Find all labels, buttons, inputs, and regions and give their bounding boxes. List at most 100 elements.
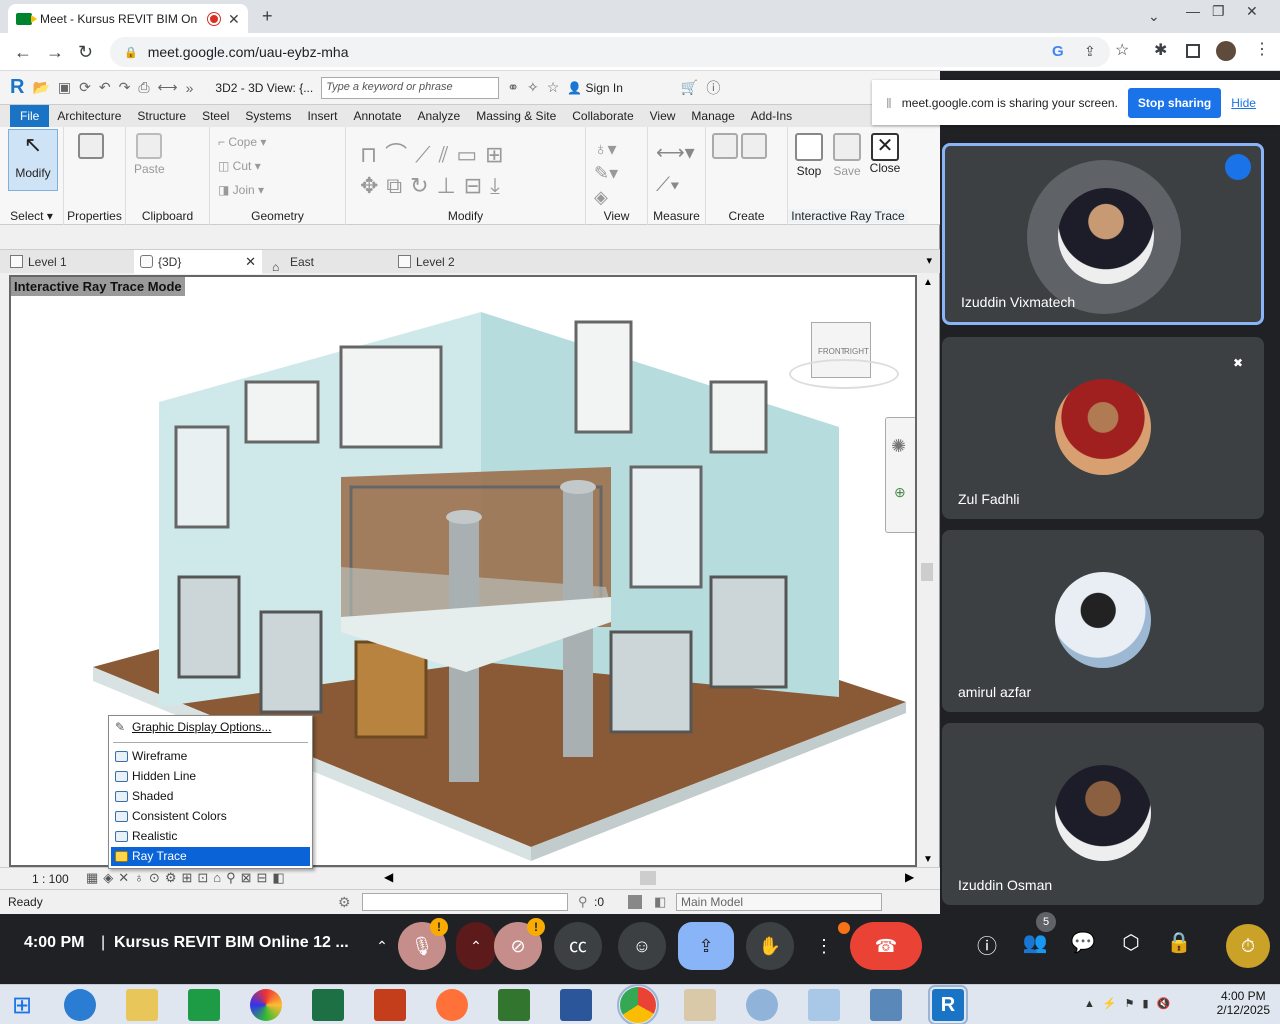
participant-tile[interactable]: Izuddin Vixmatech <box>942 143 1264 325</box>
bookmark-star-icon[interactable]: ☆ <box>1115 43 1129 59</box>
windows-start-icon[interactable]: ⊞ <box>12 991 32 1020</box>
measure-tools-icons[interactable]: ⟷▾ ⟋▾ <box>656 137 695 201</box>
present-screen-button[interactable]: ⇪ <box>678 922 734 970</box>
cut-button[interactable]: ◫ Cut ▾ <box>218 159 261 173</box>
host-controls-icon[interactable]: 🔒 <box>1164 930 1194 955</box>
design-option-dropdown[interactable]: Main Model <box>676 893 882 911</box>
view-cube-front[interactable]: FRONT <box>818 347 846 356</box>
undo-icon[interactable]: ↶ <box>99 79 111 96</box>
zoom-region-icon[interactable]: ⊕ <box>894 484 906 501</box>
favorites-star-icon[interactable]: ☆ <box>547 79 560 96</box>
profile-avatar[interactable] <box>1216 41 1236 61</box>
google-icon[interactable]: G <box>1052 43 1064 60</box>
people-icon[interactable]: 👥 <box>1020 930 1050 955</box>
side-panel-icon[interactable] <box>1186 44 1200 58</box>
close-tab-icon[interactable]: ✕ <box>228 12 240 26</box>
tab-analyze[interactable]: Analyze <box>410 105 469 127</box>
tab-file[interactable]: File <box>10 105 50 127</box>
join-button[interactable]: ◨ Join ▾ <box>218 183 264 197</box>
view-tab-level-2[interactable]: Level 2 <box>392 250 518 274</box>
menu-item-hidden-line[interactable]: Hidden Line <box>111 767 310 786</box>
paste-button[interactable]: Paste <box>134 133 165 176</box>
tab-view[interactable]: View <box>642 105 684 127</box>
revit-taskbar-icon[interactable]: R <box>928 985 968 1024</box>
map-app-icon[interactable] <box>684 989 716 1021</box>
menu-item-ray-trace[interactable]: Ray Trace <box>111 847 310 866</box>
view-cube-compass[interactable] <box>789 359 899 389</box>
tab-systems[interactable]: Systems <box>237 105 299 127</box>
scroll-right-icon[interactable]: ▶ <box>905 870 914 884</box>
menu-kebab-icon[interactable]: ⋮ <box>1254 42 1270 58</box>
view-control-icons[interactable]: ▦◈✕♁⊙⚙⊞⊡⌂⚲⊠⊟◧ <box>86 870 290 886</box>
view-tab-level-1[interactable]: Level 1 <box>4 250 130 274</box>
maximize-icon[interactable]: ❐ <box>1212 4 1225 18</box>
modify-tools-icons[interactable]: ⊓⌒⟋⫽▭⊞ <box>360 137 512 169</box>
leave-call-button[interactable]: ☎ <box>850 922 922 970</box>
chat-icon[interactable]: 💬 <box>1068 930 1098 955</box>
view-tab-east[interactable]: ⌂ East <box>266 250 392 274</box>
reactions-button[interactable]: ☺ <box>618 922 666 970</box>
photos-icon[interactable] <box>250 989 282 1021</box>
modify-button[interactable]: ↖ Modify <box>8 129 58 191</box>
drag-handle-icon[interactable]: ‖ <box>886 95 892 111</box>
scroll-down-icon[interactable]: ▼ <box>923 854 933 865</box>
address-bar[interactable]: 🔒 meet.google.com/uau-eybz-mha <box>110 37 1110 67</box>
powerpoint-icon[interactable] <box>374 989 406 1021</box>
close-ray-trace-button[interactable]: ✕ Close <box>868 133 902 175</box>
workset-dropdown[interactable] <box>362 893 568 911</box>
stop-button[interactable]: Stop <box>792 133 826 178</box>
minimize-icon[interactable]: — <box>1186 4 1200 18</box>
stop-sharing-button[interactable]: Stop sharing <box>1127 87 1222 118</box>
store-icon[interactable] <box>188 989 220 1021</box>
participant-tile[interactable]: Izuddin Osman <box>942 723 1264 905</box>
close-window-icon[interactable]: ✕ <box>1246 4 1258 18</box>
editable-only-icon[interactable] <box>628 895 642 909</box>
tab-massing-site[interactable]: Massing & Site <box>468 105 564 127</box>
design-options-icon[interactable]: ◧ <box>654 894 666 910</box>
save-icon[interactable]: ▣ <box>58 79 71 96</box>
reload-icon[interactable]: ↻ <box>78 43 93 61</box>
menu-item-realistic[interactable]: Realistic <box>111 827 310 846</box>
scroll-left-icon[interactable]: ◀ <box>384 870 393 884</box>
tab-collaborate[interactable]: Collaborate <box>564 105 641 127</box>
scroll-thumb[interactable] <box>921 563 933 581</box>
binoculars-icon[interactable]: ⚭ <box>507 79 519 96</box>
modify-tools-row2-icons[interactable]: ✥⧉↻⊥⊟⤓ <box>360 173 508 199</box>
meeting-details-icon[interactable]: ⓘ <box>972 930 1002 959</box>
print-icon[interactable]: ⎙ <box>138 79 149 96</box>
image-viewer-icon[interactable] <box>870 989 902 1021</box>
raise-hand-button[interactable]: ✋ <box>746 922 794 970</box>
menu-item-shaded[interactable]: Shaded <box>111 787 310 806</box>
browser-tab[interactable]: Meet - Kursus REVIT BIM On ✕ <box>8 4 248 33</box>
worksets-icon[interactable]: ⚙ <box>338 894 351 911</box>
project-icon[interactable] <box>498 989 530 1021</box>
word-icon[interactable] <box>560 989 592 1021</box>
help-search-input[interactable]: Type a keyword or phrase <box>321 76 500 99</box>
tab-structure[interactable]: Structure <box>129 105 194 127</box>
tab-annotate[interactable]: Annotate <box>345 105 409 127</box>
view-tabs-menu-icon[interactable]: ▾ <box>926 254 932 267</box>
excel-icon[interactable] <box>312 989 344 1021</box>
menu-item-wireframe[interactable]: Wireframe <box>111 747 310 766</box>
redo-icon[interactable]: ↷ <box>119 79 131 96</box>
video-options-icon[interactable]: ⌃ <box>456 922 496 970</box>
properties-icon[interactable] <box>78 133 104 162</box>
participant-tile[interactable]: ✖ Zul Fadhli <box>942 337 1264 519</box>
cope-button[interactable]: ⌐ Cope ▾ <box>218 135 266 149</box>
graphic-display-options-item[interactable]: ✎ Graphic Display Options... <box>111 718 310 737</box>
help-icon[interactable]: ⓘ <box>706 78 720 98</box>
forward-icon[interactable]: → <box>46 43 64 61</box>
view-scale[interactable]: 1 : 100 <box>32 872 69 886</box>
file-explorer-icon[interactable] <box>126 989 158 1021</box>
sync-icon[interactable]: ⟳ <box>79 79 91 96</box>
close-view-tab-icon[interactable]: ✕ <box>245 250 256 274</box>
system-tray-icons[interactable]: ▲⚡⚑▮🔇 <box>1084 997 1178 1010</box>
audio-options-icon[interactable]: ⌃ <box>368 922 396 970</box>
steering-wheel-icon[interactable]: ✺ <box>891 436 906 457</box>
tab-architecture[interactable]: Architecture <box>49 105 129 127</box>
open-icon[interactable]: 📂 <box>32 79 49 96</box>
paint-icon[interactable] <box>746 989 778 1021</box>
new-tab-icon[interactable]: + <box>262 7 273 25</box>
taskbar-clock[interactable]: 4:00 PM 2/12/2025 <box>1217 989 1270 1017</box>
comm-center-icon[interactable]: ✧ <box>527 79 539 96</box>
